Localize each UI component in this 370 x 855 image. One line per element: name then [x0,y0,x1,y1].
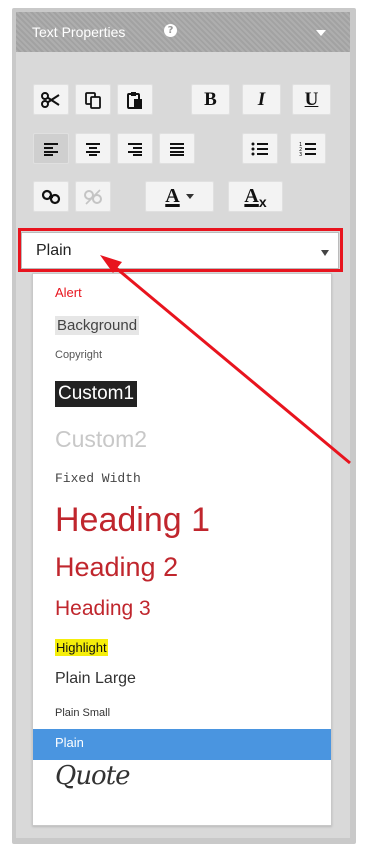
annotation-arrow [100,255,351,465]
annotation-arrow-line [109,261,351,465]
